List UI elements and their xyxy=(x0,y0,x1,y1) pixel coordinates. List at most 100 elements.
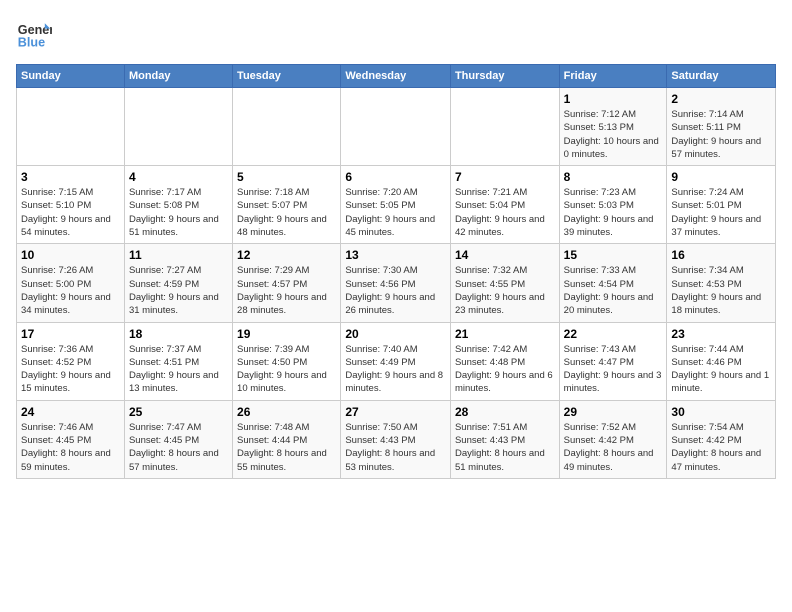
day-info: Sunrise: 7:46 AM Sunset: 4:45 PM Dayligh… xyxy=(21,421,120,474)
day-info: Sunrise: 7:39 AM Sunset: 4:50 PM Dayligh… xyxy=(237,343,336,396)
day-info: Sunrise: 7:18 AM Sunset: 5:07 PM Dayligh… xyxy=(237,186,336,239)
day-of-week-header: Saturday xyxy=(667,65,776,88)
day-info: Sunrise: 7:17 AM Sunset: 5:08 PM Dayligh… xyxy=(129,186,228,239)
day-info: Sunrise: 7:15 AM Sunset: 5:10 PM Dayligh… xyxy=(21,186,120,239)
day-number: 14 xyxy=(455,248,555,262)
day-info: Sunrise: 7:29 AM Sunset: 4:57 PM Dayligh… xyxy=(237,264,336,317)
calendar-cell: 9 Sunrise: 7:24 AM Sunset: 5:01 PM Daylig… xyxy=(667,166,776,244)
day-of-week-header: Monday xyxy=(124,65,232,88)
day-number: 13 xyxy=(345,248,446,262)
day-number: 6 xyxy=(345,170,446,184)
calendar-cell: 11Sunrise: 7:27 AM Sunset: 4:59 PM Dayli… xyxy=(124,244,232,322)
calendar-cell: 3 Sunrise: 7:15 AM Sunset: 5:10 PM Daylig… xyxy=(17,166,125,244)
day-info: Sunrise: 7:14 AM Sunset: 5:11 PM Dayligh… xyxy=(671,108,771,161)
calendar-cell: 14 Sunrise: 7:32 AM Sunset: 4:55 PM Dayli… xyxy=(450,244,559,322)
day-number: 22 xyxy=(564,327,663,341)
calendar-cell: 15 Sunrise: 7:33 AM Sunset: 4:54 PM Dayli… xyxy=(559,244,667,322)
day-number: 15 xyxy=(564,248,663,262)
calendar-cell: 30 Sunrise: 7:54 AM Sunset: 4:42 PM Dayli… xyxy=(667,400,776,478)
calendar-cell: 8 Sunrise: 7:23 AM Sunset: 5:03 PM Daylig… xyxy=(559,166,667,244)
calendar-cell: 2 Sunrise: 7:14 AM Sunset: 5:11 PM Daylig… xyxy=(667,88,776,166)
day-number: 1 xyxy=(564,92,663,106)
day-number: 29 xyxy=(564,405,663,419)
calendar-week-row: 24Sunrise: 7:46 AM Sunset: 4:45 PM Dayli… xyxy=(17,400,776,478)
calendar-cell: 10 Sunrise: 7:26 AM Sunset: 5:00 PM Dayli… xyxy=(17,244,125,322)
day-info: Sunrise: 7:32 AM Sunset: 4:55 PM Dayligh… xyxy=(455,264,555,317)
calendar-cell: 4 Sunrise: 7:17 AM Sunset: 5:08 PM Daylig… xyxy=(124,166,232,244)
calendar-cell: 26Sunrise: 7:48 AM Sunset: 4:44 PM Dayli… xyxy=(233,400,341,478)
day-info: Sunrise: 7:47 AM Sunset: 4:45 PM Dayligh… xyxy=(129,421,228,474)
day-number: 19 xyxy=(237,327,336,341)
day-info: Sunrise: 7:30 AM Sunset: 4:56 PM Dayligh… xyxy=(345,264,446,317)
calendar-cell xyxy=(450,88,559,166)
day-of-week-header: Tuesday xyxy=(233,65,341,88)
logo-icon: General Blue xyxy=(16,16,52,52)
calendar-cell: 6 Sunrise: 7:20 AM Sunset: 5:05 PM Daylig… xyxy=(341,166,451,244)
day-of-week-header: Sunday xyxy=(17,65,125,88)
day-info: Sunrise: 7:50 AM Sunset: 4:43 PM Dayligh… xyxy=(345,421,446,474)
calendar-cell: 20Sunrise: 7:40 AM Sunset: 4:49 PM Dayli… xyxy=(341,322,451,400)
logo: General Blue xyxy=(16,16,52,52)
day-number: 10 xyxy=(21,248,120,262)
calendar-cell: 28Sunrise: 7:51 AM Sunset: 4:43 PM Dayli… xyxy=(450,400,559,478)
day-info: Sunrise: 7:54 AM Sunset: 4:42 PM Dayligh… xyxy=(671,421,771,474)
calendar-cell: 19 Sunrise: 7:39 AM Sunset: 4:50 PM Dayli… xyxy=(233,322,341,400)
calendar-week-row: 17Sunrise: 7:36 AM Sunset: 4:52 PM Dayli… xyxy=(17,322,776,400)
calendar-week-row: 3 Sunrise: 7:15 AM Sunset: 5:10 PM Daylig… xyxy=(17,166,776,244)
day-of-week-header: Wednesday xyxy=(341,65,451,88)
day-info: Sunrise: 7:52 AM Sunset: 4:42 PM Dayligh… xyxy=(564,421,663,474)
day-info: Sunrise: 7:44 AM Sunset: 4:46 PM Dayligh… xyxy=(671,343,771,396)
calendar-cell: 16 Sunrise: 7:34 AM Sunset: 4:53 PM Dayli… xyxy=(667,244,776,322)
day-info: Sunrise: 7:21 AM Sunset: 5:04 PM Dayligh… xyxy=(455,186,555,239)
day-info: Sunrise: 7:26 AM Sunset: 5:00 PM Dayligh… xyxy=(21,264,120,317)
calendar-cell: 25 Sunrise: 7:47 AM Sunset: 4:45 PM Dayli… xyxy=(124,400,232,478)
day-number: 7 xyxy=(455,170,555,184)
calendar-cell: 17Sunrise: 7:36 AM Sunset: 4:52 PM Dayli… xyxy=(17,322,125,400)
calendar-header-row: SundayMondayTuesdayWednesdayThursdayFrid… xyxy=(17,65,776,88)
day-number: 27 xyxy=(345,405,446,419)
calendar-cell: 27 Sunrise: 7:50 AM Sunset: 4:43 PM Dayli… xyxy=(341,400,451,478)
day-number: 26 xyxy=(237,405,336,419)
day-of-week-header: Thursday xyxy=(450,65,559,88)
day-info: Sunrise: 7:20 AM Sunset: 5:05 PM Dayligh… xyxy=(345,186,446,239)
day-number: 3 xyxy=(21,170,120,184)
day-number: 2 xyxy=(671,92,771,106)
calendar-week-row: 1 Sunrise: 7:12 AM Sunset: 5:13 PM Daylig… xyxy=(17,88,776,166)
day-info: Sunrise: 7:36 AM Sunset: 4:52 PM Dayligh… xyxy=(21,343,120,396)
calendar-cell: 7 Sunrise: 7:21 AM Sunset: 5:04 PM Daylig… xyxy=(450,166,559,244)
header: General Blue xyxy=(16,16,776,52)
calendar-cell xyxy=(17,88,125,166)
calendar-cell: 1 Sunrise: 7:12 AM Sunset: 5:13 PM Daylig… xyxy=(559,88,667,166)
day-info: Sunrise: 7:34 AM Sunset: 4:53 PM Dayligh… xyxy=(671,264,771,317)
day-info: Sunrise: 7:12 AM Sunset: 5:13 PM Dayligh… xyxy=(564,108,663,161)
day-number: 9 xyxy=(671,170,771,184)
calendar-table: SundayMondayTuesdayWednesdayThursdayFrid… xyxy=(16,64,776,479)
calendar-cell: 5Sunrise: 7:18 AM Sunset: 5:07 PM Daylig… xyxy=(233,166,341,244)
calendar-cell: 12 Sunrise: 7:29 AM Sunset: 4:57 PM Dayli… xyxy=(233,244,341,322)
day-number: 4 xyxy=(129,170,228,184)
day-info: Sunrise: 7:23 AM Sunset: 5:03 PM Dayligh… xyxy=(564,186,663,239)
day-info: Sunrise: 7:51 AM Sunset: 4:43 PM Dayligh… xyxy=(455,421,555,474)
day-number: 12 xyxy=(237,248,336,262)
day-number: 21 xyxy=(455,327,555,341)
day-info: Sunrise: 7:42 AM Sunset: 4:48 PM Dayligh… xyxy=(455,343,555,396)
day-info: Sunrise: 7:33 AM Sunset: 4:54 PM Dayligh… xyxy=(564,264,663,317)
day-number: 8 xyxy=(564,170,663,184)
calendar-cell: 24Sunrise: 7:46 AM Sunset: 4:45 PM Dayli… xyxy=(17,400,125,478)
calendar-cell xyxy=(233,88,341,166)
calendar-cell: 29 Sunrise: 7:52 AM Sunset: 4:42 PM Dayli… xyxy=(559,400,667,478)
day-number: 30 xyxy=(671,405,771,419)
day-number: 25 xyxy=(129,405,228,419)
calendar-week-row: 10 Sunrise: 7:26 AM Sunset: 5:00 PM Dayli… xyxy=(17,244,776,322)
day-info: Sunrise: 7:27 AM Sunset: 4:59 PM Dayligh… xyxy=(129,264,228,317)
day-number: 18 xyxy=(129,327,228,341)
day-info: Sunrise: 7:24 AM Sunset: 5:01 PM Dayligh… xyxy=(671,186,771,239)
calendar-cell: 18 Sunrise: 7:37 AM Sunset: 4:51 PM Dayli… xyxy=(124,322,232,400)
calendar-cell: 13 Sunrise: 7:30 AM Sunset: 4:56 PM Dayli… xyxy=(341,244,451,322)
calendar-cell: 23Sunrise: 7:44 AM Sunset: 4:46 PM Dayli… xyxy=(667,322,776,400)
day-number: 16 xyxy=(671,248,771,262)
calendar-cell: 22Sunrise: 7:43 AM Sunset: 4:47 PM Dayli… xyxy=(559,322,667,400)
day-info: Sunrise: 7:37 AM Sunset: 4:51 PM Dayligh… xyxy=(129,343,228,396)
day-number: 20 xyxy=(345,327,446,341)
calendar-cell: 21 Sunrise: 7:42 AM Sunset: 4:48 PM Dayli… xyxy=(450,322,559,400)
